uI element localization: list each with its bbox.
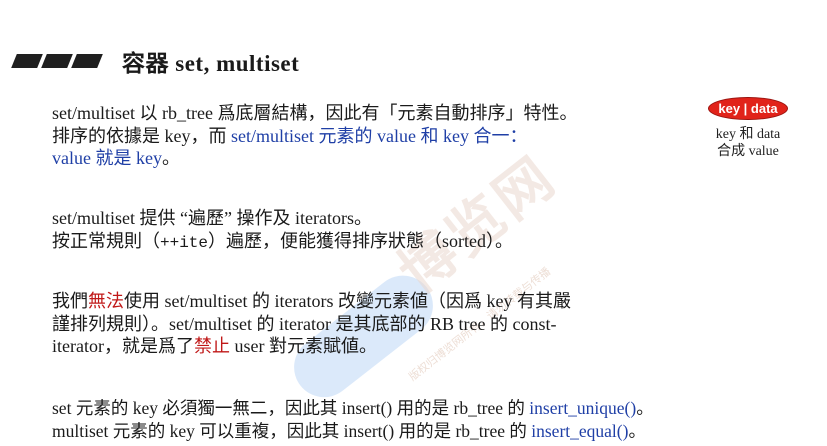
paragraph-insert: set 元素的 key 必須獨一無二，因此其 insert() 用的是 rb_t… xyxy=(52,397,654,442)
key-data-note: key | data key 和 data 合成 value xyxy=(700,97,796,160)
text-line: multiset 元素的 key 可以重複，因此其 insert() 用的是 r… xyxy=(52,420,646,441)
paragraph-const-iterator: 我們無法使用 set/multiset 的 iterators 改變元素値（因爲… xyxy=(52,290,571,358)
text-line: set/multiset 提供 “遍歷” 操作及 iterators。 xyxy=(52,208,372,228)
heading-bars-icon xyxy=(11,54,103,68)
code-snippet: ++ite xyxy=(160,233,209,252)
text-line: set/multiset 以 rb_tree 爲底層結構，因此有「元素自動排序」… xyxy=(52,103,578,123)
text-line: iterator，就是爲了禁止 user 對元素賦値。 xyxy=(52,336,377,356)
warning-text: 無法 xyxy=(88,291,124,311)
text-line: set 元素的 key 必須獨一無二，因此其 insert() 用的是 rb_t… xyxy=(52,398,654,418)
page-title: 容器 set, multiset xyxy=(122,51,300,76)
function-name: insert_equal() xyxy=(531,420,629,441)
highlight-text: set/multiset 元素的 value 和 key 合一： xyxy=(231,125,528,146)
paragraph-iterators: set/multiset 提供 “遍歷” 操作及 iterators。 按正常規… xyxy=(52,207,513,254)
function-name: insert_unique() xyxy=(529,398,637,418)
text-line: 謹排列規則）。set/multiset 的 iterator 是其底部的 RB … xyxy=(52,313,557,334)
section-heading: 容器 set, multiset xyxy=(11,46,300,76)
text-line: value 就是 key。 xyxy=(52,148,180,168)
text-line: 我們無法使用 set/multiset 的 iterators 改變元素値（因爲… xyxy=(52,291,571,311)
paragraph-intro: set/multiset 以 rb_tree 爲底層結構，因此有「元素自動排序」… xyxy=(52,102,577,170)
warning-text: 禁止 xyxy=(193,336,230,356)
highlight-text: value 就是 key xyxy=(52,148,162,168)
text-line: 按正常規則（++ite）遍歷，便能獲得排序狀態（sorted）。 xyxy=(52,230,514,252)
text-line: 排序的依據是 key，而 set/multiset 元素的 value 和 ke… xyxy=(52,125,528,146)
badge-caption: key 和 data 合成 value xyxy=(715,127,781,159)
key-data-badge: key | data xyxy=(708,97,788,120)
